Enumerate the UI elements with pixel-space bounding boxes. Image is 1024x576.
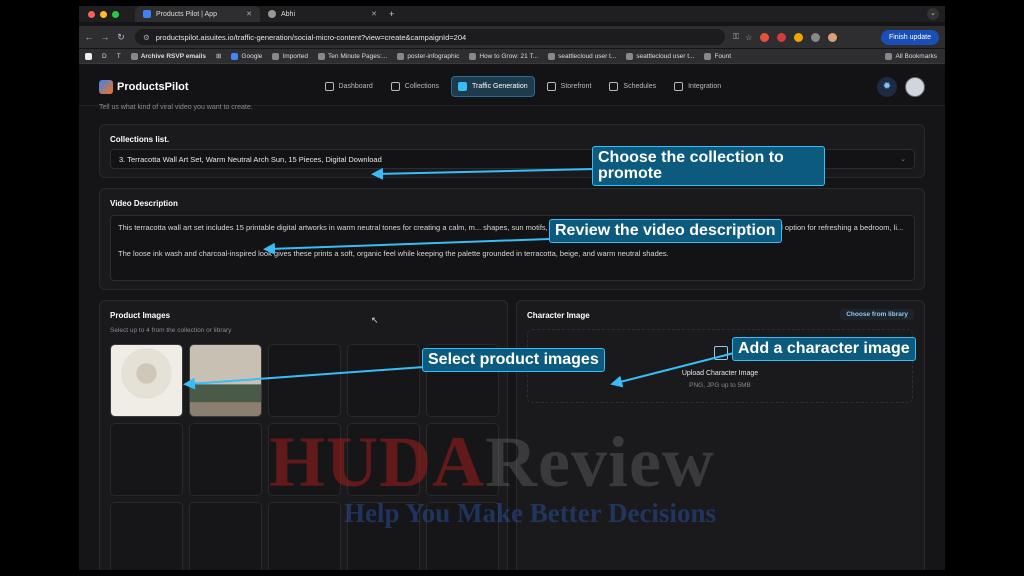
arrow-collection: [371, 167, 595, 180]
arrow-description: [263, 238, 550, 255]
arrow-images: [183, 366, 425, 390]
callout-choose-collection: Choose the collection to promote: [592, 146, 825, 186]
callout-arrows: [183, 167, 735, 390]
callout-review-description: Review the video description: [549, 219, 782, 243]
arrow-character: [610, 352, 735, 388]
screen: Products Pilot | App ✕ Abhi ✕ + ⌄ ← → ↻ …: [79, 6, 945, 570]
callout-select-images: Select product images: [422, 348, 605, 372]
callout-add-character: Add a character image: [732, 337, 916, 361]
